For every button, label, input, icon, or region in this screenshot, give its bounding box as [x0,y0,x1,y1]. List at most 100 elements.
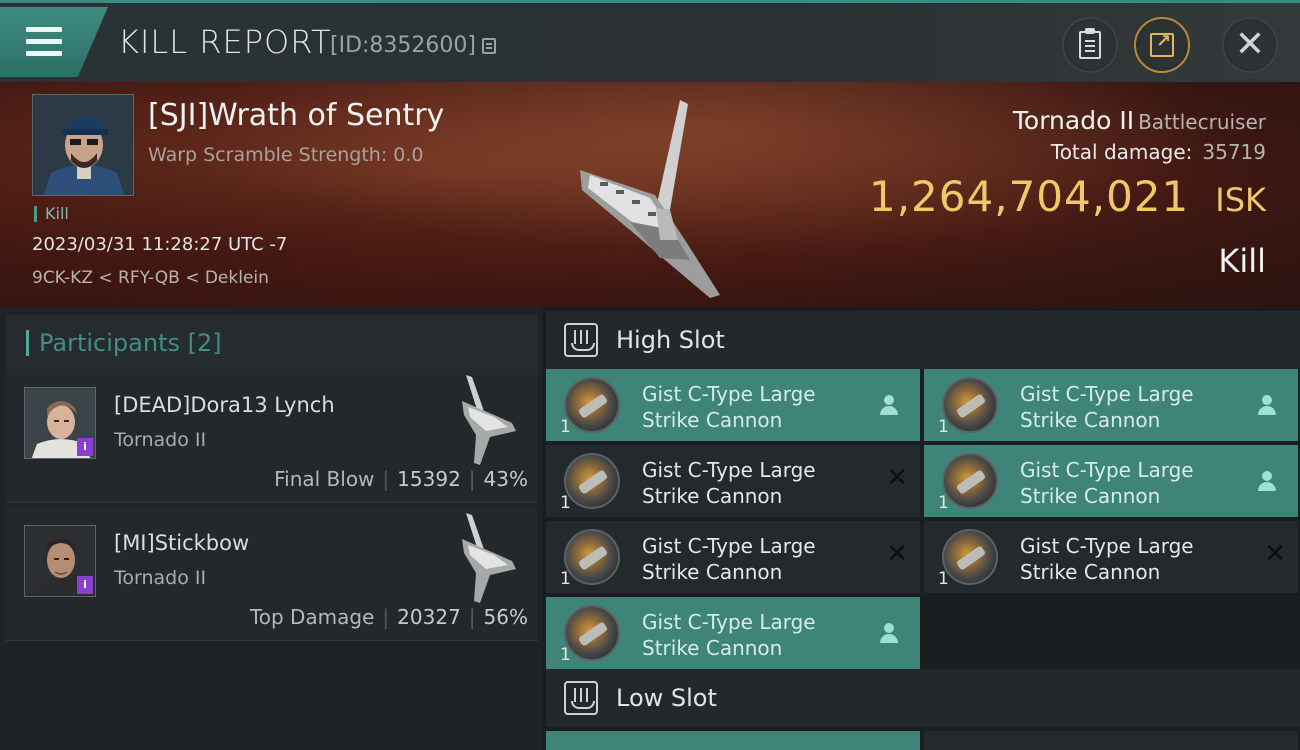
close-icon: ✕ [1234,24,1266,65]
stats-separator: | [468,467,476,491]
destroyed-x-icon: ✕ [1264,539,1286,569]
participant-role: Top Damage [249,605,375,629]
kill-tag: Kill [34,206,69,222]
low-slot-icon [564,681,598,715]
participant-role: Final Blow [274,467,375,491]
participant-ship-image [462,513,516,603]
report-id-text: [ID:8352600] [330,33,476,58]
module-name-line: Gist C-Type Large [1020,382,1194,406]
participant-damage: 15392 [397,467,461,491]
result-label: Kill [1218,242,1266,280]
victim-name[interactable]: [SJI]Wrath of Sentry [148,98,444,133]
share-button[interactable] [1134,17,1190,73]
module-name-line: Gist C-Type Large [642,382,816,406]
participant-stats: Top Damage | 20327 | 56% [250,605,528,629]
participant-name[interactable]: [MI]Stickbow [114,531,249,555]
clipboard-icon [1079,28,1101,59]
page-title: KILL REPORT [118,23,332,61]
cannon-icon [564,377,620,433]
security-status-badge: i [77,576,93,594]
report-id[interactable]: [ID:8352600] [330,33,496,58]
victim-avatar[interactable] [32,94,134,196]
module-name-line: Strike Cannon [1020,484,1161,508]
module-tile[interactable]: 1 Gist C-Type Large Strike Cannon ✕ [546,445,920,517]
total-damage-value: 35719 [1202,140,1266,164]
module-name-line: Gist C-Type Large [642,458,816,482]
participant-stats: Final Blow | 15392 | 43% [274,467,528,491]
module-name-line: Gist C-Type Large [1020,458,1194,482]
header-accent-bar [26,330,29,356]
participant-avatar[interactable]: i [24,525,96,597]
module-name-line: Strike Cannon [642,560,783,584]
participant-ship: Tornado II [114,567,207,589]
destroyed-x-icon: ✕ [886,463,908,493]
cannon-icon [942,453,998,509]
stats-separator: | [468,605,476,629]
high-slot-header: High Slot [546,311,1300,369]
copy-icon[interactable] [482,37,496,54]
participants-panel: Participants [2] i [DEAD]Dora13 Lynch To… [0,307,542,750]
participant-ship: Tornado II [114,429,207,451]
module-name: Gist C-Type Large Strike Cannon [642,381,862,433]
module-name-line: Gist C-Type Large [1020,534,1194,558]
module-name: Gist C-Type Large Strike Cannon [642,609,862,661]
module-tile[interactable]: 1 Gist C-Type Large Strike Cannon [546,597,920,669]
module-name-line: Gist C-Type Large [642,534,816,558]
cannon-icon [942,377,998,433]
module-name-line: Strike Cannon [1020,408,1161,432]
menu-button[interactable] [0,7,108,77]
cannon-icon [564,605,620,661]
hamburger-icon [26,27,62,57]
module-name-line: Strike Cannon [642,408,783,432]
participant-row[interactable]: i [DEAD]Dora13 Lynch Tornado II Final Bl… [6,369,538,503]
clipboard-button[interactable] [1062,17,1118,73]
security-status-badge: i [77,438,93,456]
participant-name[interactable]: [DEAD]Dora13 Lynch [114,393,335,417]
module-quantity: 1 [938,569,949,589]
module-name: Gist C-Type Large Strike Cannon [1020,457,1240,509]
low-slot-module[interactable] [546,731,920,750]
module-quantity: 1 [560,493,571,513]
isk-amount: 1,264,704,021 [868,172,1190,221]
module-name-line: Gist C-Type Large [642,610,816,634]
dropped-person-icon [880,623,898,643]
share-icon [1150,31,1174,57]
victim-ship-name: Tornado II [1012,106,1135,135]
module-tile[interactable]: 1 Gist C-Type Large Strike Cannon [924,445,1298,517]
participant-row[interactable]: i [MI]Stickbow Tornado II Top Damage | 203… [6,507,538,641]
participant-percent: 43% [483,467,528,491]
cannon-icon [942,529,998,585]
kill-location[interactable]: 9CK-KZ < RFY-QB < Deklein [32,268,269,288]
close-button[interactable]: ✕ [1222,17,1278,73]
total-damage-label: Total damage: [1050,140,1193,164]
stats-separator: | [382,605,390,629]
module-tile[interactable]: 1 Gist C-Type Large Strike Cannon ✕ [546,521,920,593]
stats-separator: | [382,467,390,491]
header-bar: KILL REPORT [ID:8352600] ✕ [0,0,1300,82]
participant-avatar[interactable]: i [24,387,96,459]
dropped-person-icon [1258,395,1276,415]
victim-ship[interactable]: Tornado II Battlecruiser [1013,106,1266,135]
module-quantity: 1 [560,645,571,665]
module-quantity: 1 [560,417,571,437]
victim-ship-image [580,100,720,298]
victim-ship-class: Battlecruiser [1138,110,1266,134]
participants-label: Participants [2] [39,329,222,357]
module-tile[interactable]: 1 Gist C-Type Large Strike Cannon [546,369,920,441]
warp-scramble-strength: Warp Scramble Strength: 0.0 [148,144,424,166]
participant-damage: 20327 [397,605,461,629]
module-name: Gist C-Type Large Strike Cannon [1020,533,1240,585]
total-damage: Total damage: 35719 [1051,140,1266,164]
fitting-panel: High Slot 1 Gist C-Type Large Strike Canno… [542,307,1300,750]
module-quantity: 1 [560,569,571,589]
cannon-icon [564,529,620,585]
low-slot-header: Low Slot [546,669,1300,727]
victim-hero: [SJI]Wrath of Sentry Warp Scramble Stren… [0,82,1300,307]
module-tile[interactable]: 1 Gist C-Type Large Strike Cannon ✕ [924,521,1298,593]
participants-count: [2] [187,329,222,357]
dropped-person-icon [880,395,898,415]
low-slot-module[interactable] [924,731,1298,750]
low-slot-label: Low Slot [616,684,717,712]
kill-timestamp: 2023/03/31 11:28:27 UTC -7 [32,234,288,255]
module-tile[interactable]: 1 Gist C-Type Large Strike Cannon [924,369,1298,441]
